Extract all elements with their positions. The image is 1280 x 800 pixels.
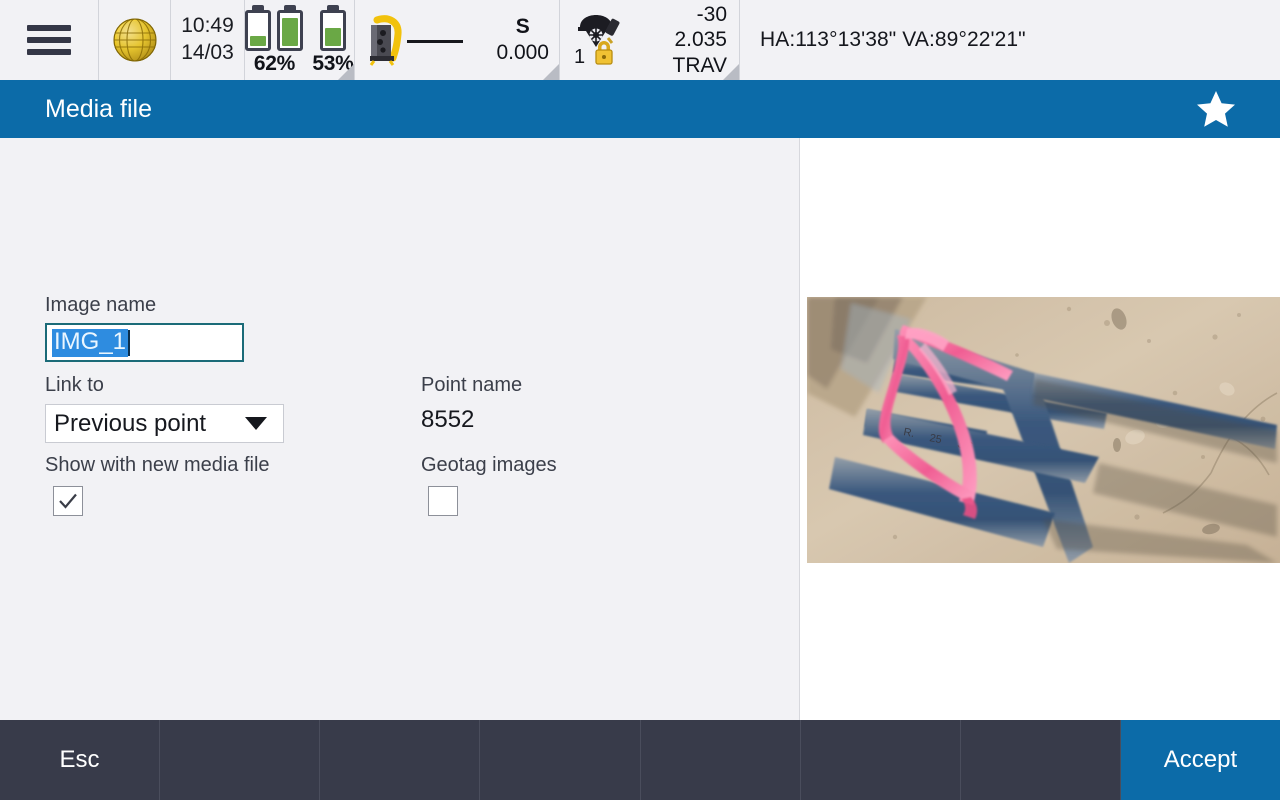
toolbar-slot-4[interactable]: [480, 720, 641, 800]
status-time: 10:49: [181, 14, 234, 38]
star-icon: [1197, 91, 1235, 127]
geotag-images-label: Geotag images: [421, 454, 557, 476]
check-icon: [59, 493, 77, 509]
esc-button[interactable]: Esc: [0, 720, 161, 800]
image-preview-pane: R. 25 3/6: [800, 138, 1280, 720]
content-area: Image name IMG_1 Link to Previous point …: [0, 138, 1280, 720]
show-with-new-media-label: Show with new media file: [45, 454, 270, 476]
bottom-toolbar: Esc Accept: [0, 720, 1280, 800]
battery-icon-partial: [245, 9, 272, 51]
globe-icon[interactable]: [111, 16, 159, 64]
hamburger-menu-icon[interactable]: [27, 19, 71, 61]
battery-icon-secondary: [319, 9, 346, 51]
instrument-mode: S: [515, 14, 530, 38]
total-station-icon: [365, 14, 409, 66]
menu-button[interactable]: [0, 0, 99, 80]
chevron-down-icon[interactable]: [245, 417, 267, 430]
battery-primary-percent: 62%: [253, 51, 295, 75]
lock-icon: [595, 40, 613, 65]
toolbar-slot-3[interactable]: [320, 720, 481, 800]
clock-display: 10:49 14/03: [171, 0, 245, 80]
globe-button[interactable]: [99, 0, 171, 80]
application-window: 10:49 14/03 62% 53% S 0.000 1 -30 2.035 …: [0, 0, 1280, 800]
status-date: 14/03: [181, 41, 234, 64]
point-name-value: 8552: [421, 406, 475, 433]
title-bar: Media file: [0, 80, 1280, 138]
toolbar-slot-2[interactable]: [160, 720, 321, 800]
link-to-label: Link to: [45, 374, 104, 396]
text-cursor: [128, 329, 131, 356]
link-to-value: Previous point: [54, 409, 207, 437]
point-name-label: Point name: [421, 374, 523, 396]
target-status[interactable]: 1 -30 2.035 TRAV: [560, 0, 740, 80]
angle-readout[interactable]: HA:113°13'38" VA:89°22'21": [740, 0, 1280, 80]
media-preview-image[interactable]: R. 25 3/6: [807, 297, 1280, 563]
media-file-form: Image name IMG_1 Link to Previous point …: [0, 138, 800, 720]
instrument-status[interactable]: S 0.000: [355, 0, 560, 80]
show-with-new-media-checkbox[interactable]: [53, 486, 83, 516]
angle-readout-text: HA:113°13'38" VA:89°22'21": [760, 28, 1026, 51]
image-name-input[interactable]: IMG_1: [45, 323, 244, 362]
favorite-button[interactable]: [1196, 89, 1236, 129]
accept-button[interactable]: Accept: [1120, 720, 1280, 800]
measurement-beam-indicator: [407, 39, 463, 43]
toolbar-slot-5[interactable]: [640, 720, 801, 800]
target-height: -30: [696, 2, 727, 26]
battery-secondary-percent: 53%: [312, 51, 354, 75]
status-bar: 10:49 14/03 62% 53% S 0.000 1 -30 2.035 …: [0, 0, 1280, 80]
image-name-label: Image name: [45, 294, 157, 316]
page-title: Media file: [45, 94, 152, 123]
image-name-value: IMG_1: [52, 327, 129, 357]
link-to-dropdown[interactable]: Previous point: [45, 404, 284, 443]
prism-target-icon: 1: [572, 11, 632, 69]
battery-status[interactable]: 62% 53%: [245, 0, 355, 80]
instrument-distance: 0.000: [496, 41, 549, 64]
battery-icon-full: [277, 9, 304, 51]
target-mode: TRAV: [672, 53, 727, 77]
toolbar-slot-6[interactable]: [800, 720, 961, 800]
target-value: 2.035: [674, 28, 727, 52]
target-number-label: 1: [574, 46, 585, 68]
toolbar-slot-7[interactable]: [960, 720, 1121, 800]
geotag-images-checkbox[interactable]: [428, 486, 458, 516]
